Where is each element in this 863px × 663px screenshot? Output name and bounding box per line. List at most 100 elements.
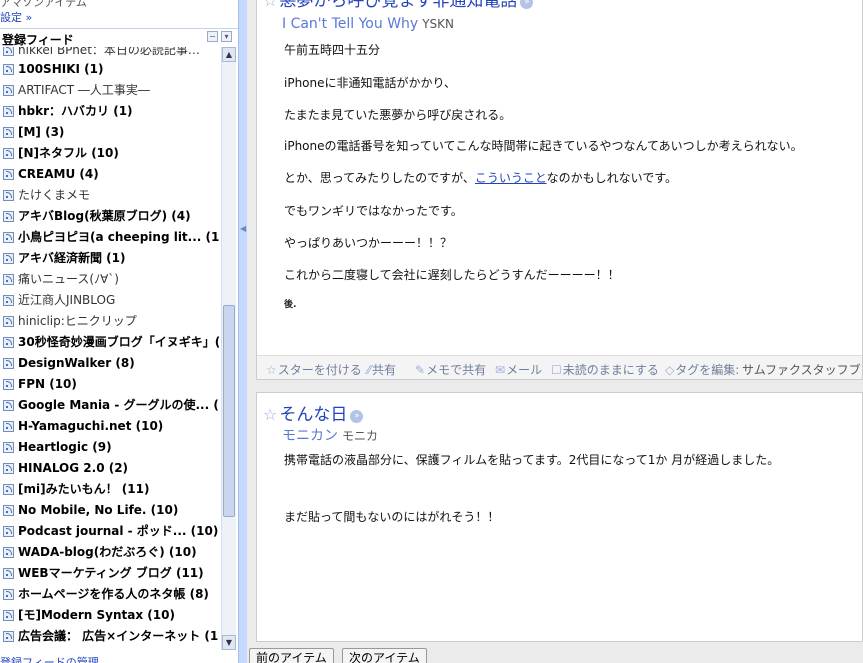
signature: 後.: [284, 300, 297, 310]
email-action[interactable]: ✉メール: [495, 361, 542, 378]
entry-source[interactable]: モニカン: [282, 428, 338, 444]
next-item-button[interactable]: 次のアイテム: [342, 648, 427, 663]
share-action[interactable]: ⁄⁄共有: [367, 361, 396, 378]
entry-author: モニカ: [342, 429, 379, 443]
pane-splitter[interactable]: ◀: [238, 0, 247, 663]
feed-item[interactable]: No Mobile, No Life. (10): [0, 500, 220, 521]
feed-item[interactable]: [N]ネタフル (10): [0, 143, 220, 164]
feed-label: WEBマーケティング ブログ (11): [18, 566, 204, 580]
star-icon[interactable]: ☆: [263, 0, 277, 10]
feed-item[interactable]: 30秒怪奇妙漫画ブログ「イヌギキ」(: [0, 332, 220, 353]
feed-item[interactable]: WEBマーケティング ブログ (11): [0, 563, 220, 584]
rss-feed-icon: [3, 610, 14, 621]
feed-item[interactable]: H-Yamaguchi.net (10): [0, 416, 220, 437]
feed-item[interactable]: FPN (10): [0, 374, 220, 395]
feed-list-scrollbar[interactable]: ▲ ▼: [221, 47, 236, 650]
entry-card[interactable]: ☆ そんな日» モニカン モニカ 携帯電話の液晶部分に、保護フィルムを貼ってます。2…: [256, 392, 863, 642]
mail-icon: ✉: [495, 363, 506, 377]
feed-item[interactable]: 痛いニュース(ﾉ∀`): [0, 269, 220, 290]
settings-link[interactable]: 設定 »: [0, 9, 32, 25]
feed-label: H-Yamaguchi.net (10): [18, 419, 164, 433]
feed-item[interactable]: [モ]Modern Syntax (10): [0, 605, 220, 626]
rss-feed-icon: [3, 463, 14, 474]
rss-feed-icon: [3, 400, 14, 411]
rss-feed-icon: [3, 589, 14, 600]
collapse-arrow-icon[interactable]: ◀: [240, 224, 246, 233]
sidebar-divider: [0, 28, 238, 29]
feed-list: nikkei BPnet：本日の必読記事… 100SHIKI (1) ARTIF…: [0, 47, 220, 650]
rss-feed-icon: [3, 442, 14, 453]
star-icon: ☆: [266, 363, 277, 377]
rss-feed-icon: [3, 148, 14, 159]
scroll-down-icon[interactable]: ▼: [222, 635, 236, 650]
feed-label: 30秒怪奇妙漫画ブログ「イヌギキ」(: [18, 335, 220, 349]
keep-unread-action[interactable]: ☐未読のままにする: [551, 361, 659, 378]
edit-tags-action[interactable]: ◇タグを編集:: [665, 361, 739, 378]
feed-item[interactable]: 小鳥ピヨピヨ(a cheeping lit... (1): [0, 227, 220, 248]
rss-feed-icon: [3, 484, 14, 495]
rss-feed-icon: [3, 316, 14, 327]
previous-item-button[interactable]: 前のアイテム: [249, 648, 334, 663]
scrollbar-thumb[interactable]: [223, 305, 235, 517]
entry-source[interactable]: I Can't Tell You Why: [282, 16, 418, 32]
feed-item[interactable]: [mi]みたいもん！ (11): [0, 479, 220, 500]
body-line: とか、思ってみたりしたのですが、こういうことなのかもしれないです。: [284, 169, 677, 186]
feed-label: Heartlogic (9): [18, 440, 112, 454]
checkbox-icon: ☐: [551, 363, 562, 377]
share-note-action[interactable]: ✎メモで共有: [415, 361, 486, 378]
rss-feed-icon: [3, 127, 14, 138]
collapse-icon[interactable]: −: [207, 31, 218, 42]
feed-label: ホームページを作る人のネタ帳 (8): [18, 587, 209, 601]
body-line: iPhoneの電話番号を知っていてこんな時間帯に起きているやつなんてあいつしか考…: [284, 139, 803, 153]
open-link-icon[interactable]: »: [520, 0, 534, 9]
tag-value[interactable]: サムファクスタッフブログ: [742, 361, 862, 378]
manage-subscriptions-link[interactable]: 登録フィードの管理: [0, 654, 99, 663]
body-line: まだ貼って間もないのにはがれそう！！: [284, 510, 500, 524]
entry-card[interactable]: ☆ 悪夢から呼び覚ます非通知電話» I Can't Tell You Why YSK…: [256, 0, 863, 380]
feed-item[interactable]: アキバBlog(秋葉原ブログ) (4): [0, 206, 220, 227]
feed-label: ARTIFACT ―人工事実―: [18, 83, 150, 97]
feed-item[interactable]: CREAMU (4): [0, 164, 220, 185]
feed-item[interactable]: DesignWalker (8): [0, 353, 220, 374]
rss-feed-icon: [3, 211, 14, 222]
share-icon: ⁄⁄: [367, 363, 372, 377]
entries-pane: ☆ 悪夢から呼び覚ます非通知電話» I Can't Tell You Why YSK…: [247, 0, 863, 663]
feed-item[interactable]: HINALOG 2.0 (2): [0, 458, 220, 479]
feed-item[interactable]: hiniclip:ヒニクリップ: [0, 311, 220, 332]
feed-item[interactable]: 広告会議： 広告×インターネット (1: [0, 626, 220, 647]
feed-item[interactable]: ホームページを作る人のネタ帳 (8): [0, 584, 220, 605]
feed-item[interactable]: Google Mania - グーグルの使... (: [0, 395, 220, 416]
feed-item[interactable]: 100SHIKI (1): [0, 59, 220, 80]
feed-label: hbkr：ハバカリ (1): [18, 104, 133, 118]
body-line: これから二度寝して会社に遅刻したらどうすんだーーーー！！: [284, 268, 620, 282]
body-line: 午前五時四十五分: [284, 43, 381, 57]
dropdown-icon[interactable]: ▾: [221, 31, 232, 42]
rss-feed-icon: [3, 421, 14, 432]
scroll-up-icon[interactable]: ▲: [222, 47, 236, 62]
feed-label: 広告会議： 広告×インターネット (1: [18, 629, 219, 643]
feed-item[interactable]: Podcast journal - ポッド... (10): [0, 521, 220, 542]
feed-label: Google Mania - グーグルの使... (: [18, 398, 219, 412]
feed-item[interactable]: ARTIFACT ―人工事実―: [0, 80, 220, 101]
feed-item[interactable]: アキバ経済新聞 (1): [0, 248, 220, 269]
entry-title[interactable]: そんな日: [279, 405, 347, 425]
rss-feed-icon: [3, 253, 14, 264]
feed-label: Podcast journal - ポッド... (10): [18, 524, 219, 538]
open-link-icon[interactable]: »: [350, 410, 364, 423]
body-line: やっぱりあいつかーーー！！？: [284, 236, 453, 250]
feed-item[interactable]: 近江商人JINBLOG: [0, 290, 220, 311]
entry-title-row: ☆ 悪夢から呼び覚ます非通知電話»: [263, 0, 534, 11]
feed-item[interactable]: hbkr：ハバカリ (1): [0, 101, 220, 122]
feed-item[interactable]: たけくまメモ: [0, 185, 220, 206]
feed-item[interactable]: Heartlogic (9): [0, 437, 220, 458]
entry-title[interactable]: 悪夢から呼び覚ます非通知電話: [279, 0, 517, 11]
body-line: たまたま見ていた悪夢から呼び戻される。: [284, 108, 512, 122]
feed-item[interactable]: [M] (3): [0, 122, 220, 143]
body-line: iPhoneに非通知電話がかかり、: [284, 76, 457, 90]
star-icon[interactable]: ☆: [263, 405, 277, 424]
feed-label: たけくまメモ: [18, 188, 91, 202]
rss-feed-icon: [3, 337, 14, 348]
add-star-action[interactable]: ☆スターを付ける: [266, 361, 362, 378]
feed-item[interactable]: WADA-blog(わだぶろぐ) (10): [0, 542, 220, 563]
body-link[interactable]: こういうこと: [475, 171, 547, 185]
